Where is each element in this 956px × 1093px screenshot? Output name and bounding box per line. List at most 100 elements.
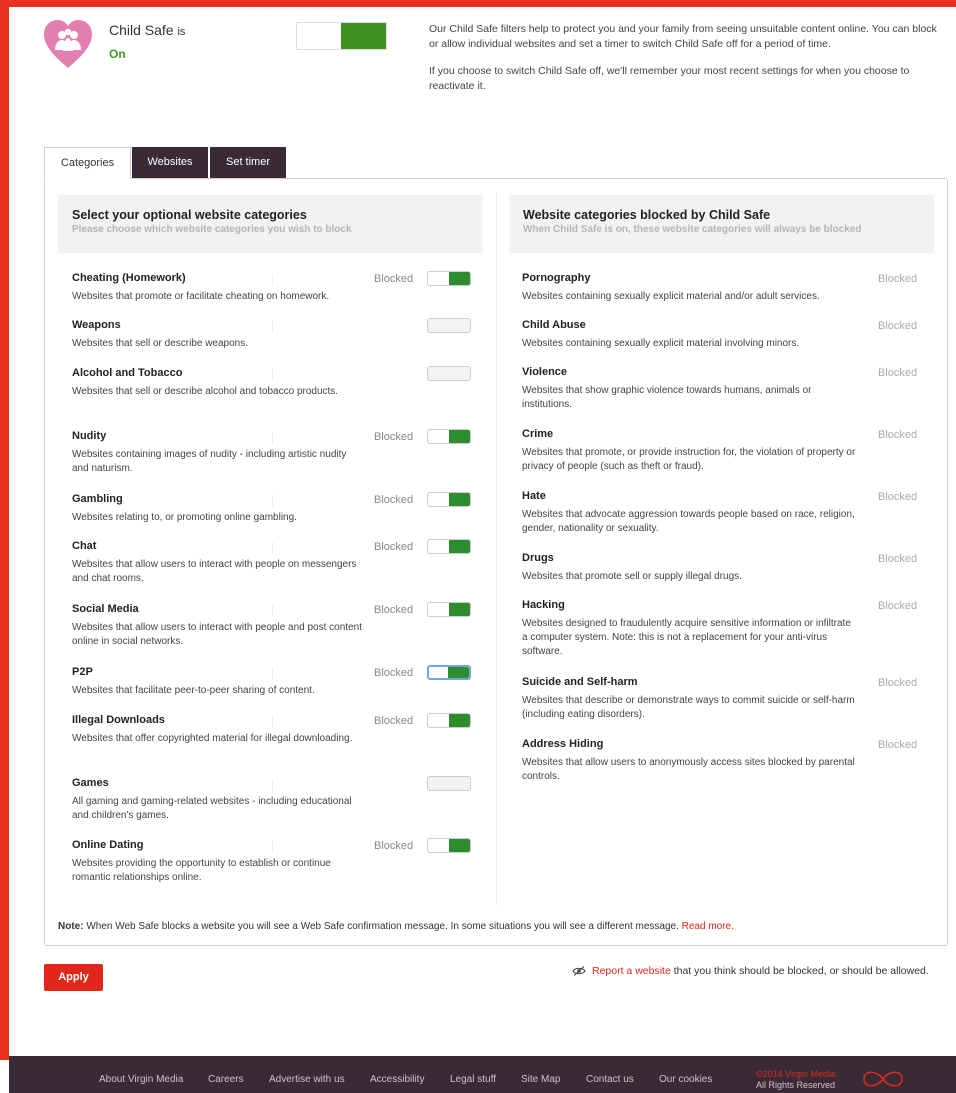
category-description: Websites that offer copyrighted material… [72,733,353,744]
category-toggle[interactable] [427,429,471,444]
optional-category-row: Games All gaming and gaming-related websi… [72,776,472,821]
category-name: Weapons [72,319,121,331]
row-separator [272,542,273,554]
category-status: Blocked [374,667,414,679]
category-name: Alcohol and Tobacco [72,367,183,379]
footer-link-accessibility[interactable]: Accessibility [370,1074,424,1085]
category-status: Blocked [374,273,414,285]
category-description: Websites that promote or facilitate chea… [72,291,330,302]
category-status: Blocked [374,840,414,852]
toggle-fill [449,493,470,506]
category-toggle[interactable] [427,539,471,554]
child-safe-header: Child Safe is On Our Child Safe filters … [44,20,944,130]
category-name: Child Abuse [522,319,586,331]
eye-slash-icon [572,966,586,977]
category-description: Websites containing sexually explicit ma… [522,338,800,349]
toggle-fill [449,603,470,616]
footer-link-legal[interactable]: Legal stuff [450,1074,496,1085]
category-description: Websites that describe or demonstrate wa… [522,695,855,720]
category-toggle[interactable] [427,492,471,507]
blocked-category-row: Hate Blocked Websites that advocate aggres… [522,490,922,534]
report-website-line: Report a website that you think should b… [572,965,929,977]
optional-category-row: Alcohol and Tobacco Websites that sell or… [72,366,472,407]
blocked-category-row: Pornography Blocked Websites containing se… [522,272,922,312]
category-name: Address Hiding [522,738,604,750]
report-website-text: that you think should be blocked, or sho… [670,965,929,977]
category-description: Websites that allow users to anonymously… [522,757,855,782]
blocked-category-row: Child Abuse Blocked Websites containing se… [522,319,922,359]
category-description: Websites that sell or describe alcohol a… [72,386,339,397]
category-toggle[interactable] [427,602,471,617]
category-toggle[interactable] [427,271,471,286]
optional-category-row: Online Dating Blocked Websites providing t… [72,838,472,883]
child-safe-toggle[interactable] [296,22,387,50]
child-safe-title-text: Child Safe [109,22,174,38]
footer-link-contact[interactable]: Contact us [586,1074,634,1085]
toggle-fill [449,272,470,285]
category-description: Websites relating to, or promoting onlin… [72,512,297,523]
row-separator [272,779,273,791]
row-separator [272,274,273,286]
category-description: Websites that promote, or provide instru… [522,447,856,472]
child-safe-heart-icon [44,20,92,68]
toggle-fill [449,714,470,727]
copyright: ©2014 Virgin Media. All Rights Reserved [756,1069,838,1091]
category-description: Websites that show graphic violence towa… [522,385,812,410]
category-description: Websites designed to fraudulently acquir… [522,618,851,657]
apply-button[interactable]: Apply [44,964,103,991]
category-toggle[interactable] [427,838,471,853]
footer-link-careers[interactable]: Careers [208,1074,244,1085]
category-status: Blocked [374,494,414,506]
footer-link-sitemap[interactable]: Site Map [521,1074,560,1085]
read-more-link[interactable]: Read more. [682,921,734,932]
footer-link-advertise[interactable]: Advertise with us [269,1074,345,1085]
row-separator [272,841,273,853]
optional-heading: Select your optional website categories [72,208,307,222]
category-status: Blocked [878,677,918,689]
intro-text: Our Child Safe filters help to protect y… [429,22,949,94]
category-toggle[interactable] [427,318,471,333]
web-safe-note: Note: When Web Safe blocks a website you… [58,921,734,932]
category-description: Websites that promote sell or supply ill… [522,571,742,582]
category-status: Blocked [878,273,918,285]
optional-category-row: Cheating (Homework) Blocked Websites that … [72,271,472,312]
rights-line: All Rights Reserved [756,1080,836,1090]
optional-category-row: Gambling Blocked Websites relating to, or … [72,492,472,533]
site-footer: About Virgin Media Careers Advertise wit… [9,1056,956,1093]
category-name: Online Dating [72,839,144,851]
tab-websites[interactable]: Websites [132,147,208,178]
category-status: Blocked [374,715,414,727]
blocked-category-row: Crime Blocked Websites that promote, or pr… [522,428,922,472]
category-status: Blocked [878,739,918,751]
category-status: Blocked [878,600,918,612]
column-divider [496,193,497,905]
footer-link-about[interactable]: About Virgin Media [99,1074,183,1085]
category-description: Websites that advocate aggression toward… [522,509,855,534]
category-description: Websites containing images of nudity - i… [72,449,347,474]
blocked-categories-header: Website categories blocked by Child Safe… [509,195,934,253]
category-description: Websites that allow users to interact wi… [72,622,362,647]
category-description: All gaming and gaming-related websites -… [72,796,352,821]
category-description: Websites that facilitate peer-to-peer sh… [72,685,315,696]
category-name: Hacking [522,599,565,611]
category-toggle[interactable] [427,366,471,381]
category-toggle[interactable] [427,665,471,680]
category-name: Hate [522,490,546,502]
category-name: Suicide and Self-harm [522,676,638,688]
category-toggle[interactable] [427,713,471,728]
child-safe-title-suffix: is [177,26,186,38]
blocked-category-row: Hacking Blocked Websites designed to fraud… [522,599,922,657]
row-separator [272,369,273,381]
virgin-media-logo-icon [863,1071,903,1087]
toggle-fill [449,430,470,443]
footer-link-cookies[interactable]: Our cookies [659,1074,712,1085]
copyright-line: ©2014 Virgin Media. [756,1069,838,1079]
category-name: Drugs [522,552,554,564]
report-website-link[interactable]: Report a website [592,965,671,977]
blocked-category-row: Drugs Blocked Websites that promote sell o… [522,552,922,592]
row-separator [272,495,273,507]
category-toggle[interactable] [427,776,471,791]
tab-categories[interactable]: Categories [44,147,131,179]
tab-set-timer[interactable]: Set timer [210,147,286,178]
category-status: Blocked [878,491,918,503]
